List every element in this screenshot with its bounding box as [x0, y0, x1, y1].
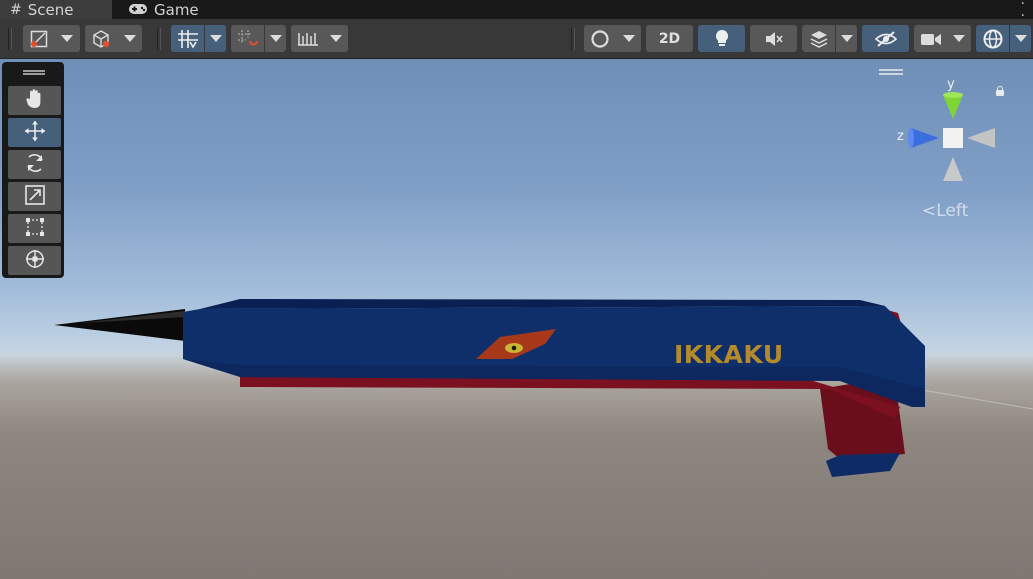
gizmos-toggle-button[interactable]: [976, 25, 1009, 52]
transform-tool-icon: [24, 248, 46, 274]
snap-increment-icon: [237, 29, 259, 49]
grid-snap-button[interactable]: [171, 25, 204, 52]
scale-tool-icon: [24, 184, 46, 210]
eye-pupil: [511, 345, 517, 351]
effects-toggle-button[interactable]: [802, 25, 835, 52]
rect-tool-button[interactable]: [8, 214, 61, 243]
rotate-tool-button[interactable]: [8, 150, 61, 179]
scene-toolbar: 2D: [0, 19, 1033, 59]
render-mode-dropdown[interactable]: [584, 25, 641, 52]
chevron-down-icon: [1014, 35, 1027, 42]
render-mode-icon: [590, 29, 610, 49]
transform-tool-button[interactable]: [8, 246, 61, 275]
draw-mode-dropdown[interactable]: [23, 25, 80, 52]
chevron-down-icon: [209, 35, 222, 42]
rect-tool-icon: [24, 216, 46, 242]
toggle-2d-label: 2D: [658, 30, 681, 47]
chevron-down-icon: [622, 35, 635, 42]
gizmo-globe-icon: [982, 28, 1004, 50]
move-tool-icon: [24, 120, 46, 146]
grid-snap-icon: [177, 29, 199, 49]
chevron-down-icon: [840, 35, 853, 42]
shading-cube-icon: [91, 29, 111, 49]
draw-mode-icon: [30, 30, 48, 48]
hash-icon: #: [10, 1, 22, 18]
view-direction-label[interactable]: <Left: [922, 201, 968, 221]
effects-dropdown[interactable]: [836, 25, 857, 52]
gun-body: [183, 306, 925, 407]
ikkaku-logo-text: IKKAKU: [674, 340, 784, 369]
audio-mute-icon: [764, 30, 784, 48]
audio-toggle-button[interactable]: [750, 25, 797, 52]
gizmos-dropdown[interactable]: [1010, 25, 1031, 52]
camera-settings-dropdown[interactable]: [914, 25, 971, 52]
grid-snap-dropdown[interactable]: [205, 25, 226, 52]
gun-grip-base: [826, 453, 900, 477]
chevron-down-icon: [123, 35, 136, 42]
scene-viewport[interactable]: IKKAKU y z <Left: [0, 59, 1033, 579]
effects-layers-icon: [809, 30, 829, 48]
chevron-down-icon: [269, 35, 282, 42]
overlay-drag-handle[interactable]: [23, 70, 45, 75]
snap-settings-dropdown[interactable]: [291, 25, 348, 52]
shading-mode-dropdown[interactable]: [85, 25, 142, 52]
view-direction-text: Left: [936, 201, 969, 221]
gizmo-z-label: z: [897, 129, 904, 144]
camera-icon: [920, 31, 942, 47]
visibility-eye-icon: [874, 30, 898, 48]
toolbar-grip: [571, 28, 575, 50]
toolbar-grip: [157, 28, 161, 50]
scene-visibility-button[interactable]: [862, 25, 909, 52]
lock-icon[interactable]: [995, 86, 1005, 96]
lighting-toggle-button[interactable]: [698, 25, 745, 52]
hand-tool-button[interactable]: [8, 86, 61, 115]
chevron-left-icon: <: [922, 201, 937, 221]
gizmo-drag-handle[interactable]: [879, 69, 903, 75]
toolbar-grip: [8, 28, 12, 50]
gizmo-y-label: y: [947, 77, 955, 92]
tab-scene[interactable]: # Scene: [0, 0, 112, 19]
snap-increment-dropdown[interactable]: [265, 25, 286, 52]
gun-lower-trim: [240, 377, 900, 419]
gun-model[interactable]: IKKAKU: [0, 59, 1033, 579]
tab-bar: # Scene Game ···: [0, 0, 1033, 35]
tab-game[interactable]: Game: [118, 0, 218, 19]
ruler-icon: [297, 30, 319, 48]
snap-increment-button[interactable]: [231, 25, 264, 52]
scale-tool-button[interactable]: [8, 182, 61, 211]
rotate-tool-icon: [24, 152, 46, 178]
move-tool-button[interactable]: [8, 118, 61, 147]
lighting-bulb-icon: [714, 29, 730, 49]
toggle-2d-button[interactable]: 2D: [646, 25, 693, 52]
hand-tool-icon: [25, 88, 45, 114]
tab-scene-label: Scene: [27, 0, 74, 19]
tab-game-label: Game: [154, 0, 199, 19]
gamepad-icon: [128, 1, 148, 19]
chevron-down-icon: [61, 35, 74, 42]
chevron-down-icon: [953, 35, 966, 42]
chevron-down-icon: [330, 35, 343, 42]
tools-overlay: [2, 62, 64, 278]
